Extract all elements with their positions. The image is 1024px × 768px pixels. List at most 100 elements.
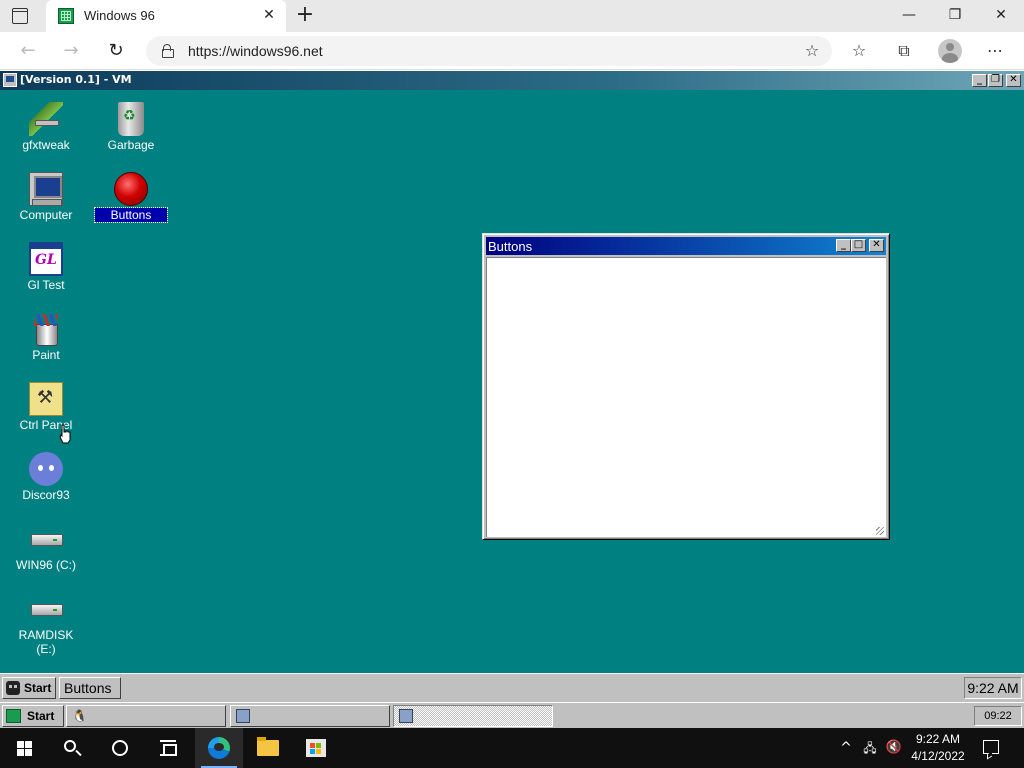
control-panel-icon <box>29 382 63 416</box>
paint-icon <box>29 312 63 346</box>
tab-title: Windows 96 <box>84 8 155 23</box>
desktop-icon-paint[interactable]: Paint <box>6 312 86 362</box>
host-start-label: Start <box>27 709 55 723</box>
host-task-vm-2[interactable] <box>393 705 553 727</box>
browser-tab[interactable]: Windows 96 ✕ <box>46 0 286 32</box>
desktop-icon-label: WIN96 (C:) <box>16 558 76 572</box>
buttons-window-content[interactable] <box>486 257 886 537</box>
taskbar-edge-button[interactable] <box>195 728 243 768</box>
win96-taskbar: Start Buttons 9:22 AM <box>0 673 1024 702</box>
host-start-logo-icon <box>6 709 21 723</box>
desktop-icon-computer[interactable]: Computer <box>6 172 86 222</box>
back-arrow-icon[interactable]: ← <box>17 40 39 62</box>
desktop-icon-label: Paint <box>32 348 60 362</box>
task-label: Buttons <box>64 680 112 696</box>
host-clock: 09:22 <box>974 706 1022 726</box>
address-toolbar: ← → ↻ https://windows96.net ☆ ☆ ⧉ ⋯ <box>0 32 1024 70</box>
computer-window-icon <box>399 709 413 723</box>
settings-more-icon[interactable]: ⋯ <box>984 40 1006 62</box>
desktop-icon-gl-test[interactable]: Gl Test <box>6 242 86 292</box>
win96-start-button[interactable]: Start <box>2 677 56 699</box>
windows-start-button[interactable] <box>0 728 48 768</box>
tab-actions-icon[interactable] <box>12 8 28 24</box>
browser-tab-bar: Windows 96 ✕ + — ❐ ✕ <box>0 0 1024 32</box>
drive-icon <box>29 522 63 556</box>
browser-restore-button[interactable]: ❐ <box>932 0 978 30</box>
win96-start-label: Start <box>24 681 52 695</box>
red-button-icon <box>114 172 148 206</box>
cortana-icon <box>112 740 128 756</box>
gfxtweak-icon <box>29 102 63 136</box>
trash-icon <box>118 102 144 136</box>
edge-icon <box>208 737 230 759</box>
store-icon <box>306 739 326 757</box>
folder-icon <box>257 737 279 756</box>
windows96-favicon-icon <box>58 8 74 24</box>
address-bar[interactable]: https://windows96.net ☆ <box>146 36 832 66</box>
forward-arrow-icon[interactable]: → <box>60 40 82 62</box>
drive-icon <box>29 592 63 626</box>
win96-start-logo-icon <box>6 681 20 695</box>
desktop-icon-label: Buttons <box>94 207 168 223</box>
show-hidden-icons-chevron-up-icon[interactable]: ^ <box>836 728 856 768</box>
vm-window-icon <box>3 73 17 87</box>
taskbar-file-explorer-button[interactable] <box>243 728 291 768</box>
tray-date: 4/12/2022 <box>911 749 965 763</box>
desktop-icon-label: gfxtweak <box>22 138 70 152</box>
resize-grip-icon[interactable] <box>876 527 884 535</box>
computer-icon <box>29 172 63 206</box>
buttons-window-title: Buttons <box>488 239 533 254</box>
refresh-icon[interactable]: ↻ <box>105 40 127 62</box>
tray-clock[interactable]: 9:22 AM 4/12/2022 <box>908 731 968 765</box>
desktop-icon-ctrl-panel[interactable]: Ctrl Panel <box>6 382 86 432</box>
taskbar-search-button[interactable] <box>48 728 96 768</box>
task-view-icon <box>160 740 177 756</box>
host-task-linux[interactable]: 🐧 <box>66 705 226 727</box>
vm-restore-button[interactable]: ❐ <box>988 74 1003 87</box>
browser-minimize-button[interactable]: — <box>886 0 932 30</box>
desktop-icon-win96-c[interactable]: WIN96 (C:) <box>6 522 86 572</box>
url-text[interactable]: https://windows96.net <box>188 43 323 59</box>
buttons-window-title-bar[interactable]: Buttons _ □ ✕ <box>486 237 886 255</box>
desktop-icon-label: Discor93 <box>22 488 70 502</box>
hand-pointer-cursor-icon <box>59 424 71 444</box>
notifications-icon[interactable] <box>983 740 999 754</box>
taskbar-task-view-button[interactable] <box>144 728 192 768</box>
host-start-button[interactable]: Start <box>2 705 64 727</box>
desktop-icon-gfxtweak[interactable]: gfxtweak <box>6 102 86 152</box>
buttons-maximize-button[interactable]: □ <box>851 239 866 252</box>
vm-minimize-button[interactable]: _ <box>972 74 987 87</box>
taskbar-cortana-button[interactable] <box>96 728 144 768</box>
buttons-close-button[interactable]: ✕ <box>869 239 884 252</box>
windows-logo-icon <box>17 741 32 756</box>
browser-close-button[interactable]: ✕ <box>978 0 1024 30</box>
profile-avatar-icon[interactable] <box>938 39 962 63</box>
volume-muted-icon[interactable]: 🔇 <box>884 728 904 768</box>
tab-close-icon[interactable]: ✕ <box>260 6 278 24</box>
new-tab-button[interactable]: + <box>294 4 316 26</box>
network-icon[interactable]: 🖧 <box>860 728 880 768</box>
desktop-icon-label: Garbage <box>107 138 155 152</box>
add-favorite-star-icon[interactable]: ☆ <box>802 41 822 61</box>
host-taskbar: Start 🐧 09:22 <box>0 702 1024 728</box>
buttons-window[interactable]: Buttons _ □ ✕ <box>482 233 890 540</box>
desktop-icon-garbage[interactable]: Garbage <box>91 102 171 152</box>
vm-close-button[interactable]: ✕ <box>1006 74 1021 87</box>
host-task-vm-1[interactable] <box>230 705 390 727</box>
lock-icon[interactable] <box>162 44 174 58</box>
discord-icon <box>29 452 63 486</box>
gl-test-icon <box>29 242 63 276</box>
vm-title-bar[interactable]: [Version 0.1] - VM _ ❐ ✕ <box>0 71 1024 90</box>
taskbar-store-button[interactable] <box>291 728 339 768</box>
buttons-minimize-button[interactable]: _ <box>836 239 851 252</box>
desktop-icon-discor93[interactable]: Discor93 <box>6 452 86 502</box>
desktop-icon-ramdisk-e[interactable]: RAMDISK (E:) <box>6 592 86 656</box>
collections-icon[interactable]: ⧉ <box>893 40 915 62</box>
desktop-icon-buttons[interactable]: Buttons <box>91 172 171 223</box>
desktop-icon-label: RAMDISK (E:) <box>18 628 74 656</box>
penguin-icon: 🐧 <box>72 709 87 723</box>
win96-task-buttons[interactable]: Buttons <box>59 677 121 699</box>
favorites-icon[interactable]: ☆ <box>848 40 870 62</box>
computer-window-icon <box>236 709 250 723</box>
win96-clock: 9:22 AM <box>964 677 1022 699</box>
